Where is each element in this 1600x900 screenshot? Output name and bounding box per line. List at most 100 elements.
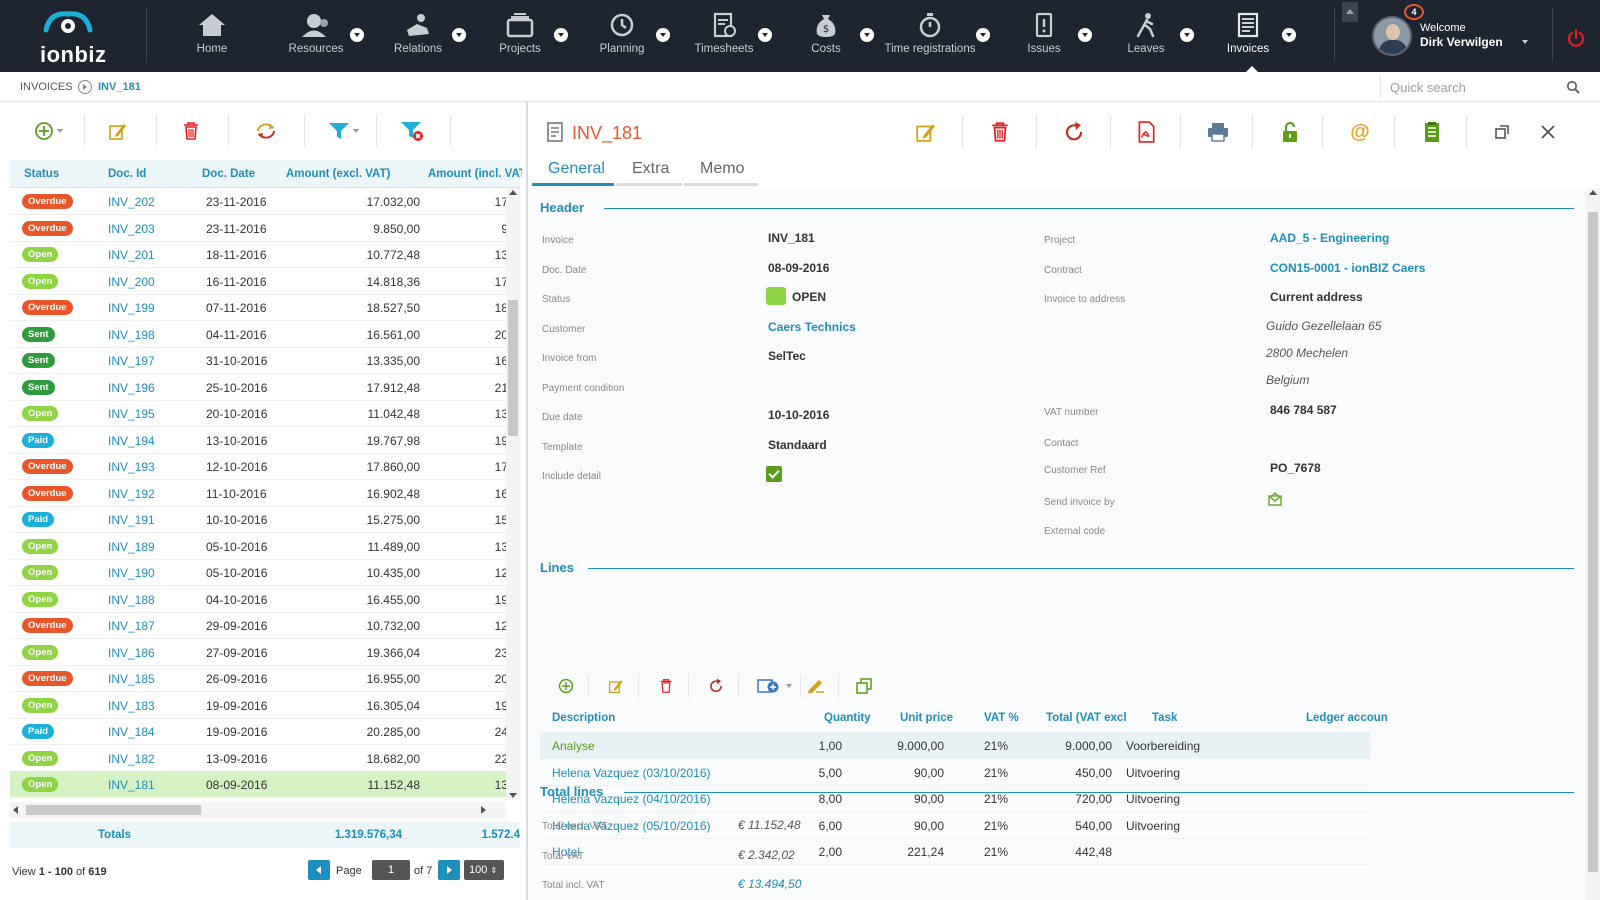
- doc-id-link[interactable]: INV_188: [108, 593, 155, 607]
- grid-horizontal-scroll-thumb[interactable]: [26, 805, 201, 815]
- doc-id-link[interactable]: INV_197: [108, 354, 155, 368]
- doc-id-link[interactable]: INV_186: [108, 646, 155, 660]
- refresh-lines-button[interactable]: [704, 674, 728, 698]
- table-row[interactable]: Open INV_186 27-09-2016 19.366,04 23: [10, 639, 506, 666]
- doc-id-link[interactable]: INV_201: [108, 248, 155, 262]
- table-row[interactable]: Open INV_189 05-10-2016 11.489,00 13: [10, 533, 506, 560]
- nav-timesheets-caret[interactable]: [758, 28, 772, 42]
- close-button[interactable]: [1534, 118, 1562, 146]
- doc-id-link[interactable]: INV_196: [108, 381, 155, 395]
- nav-projects-caret[interactable]: [554, 28, 568, 42]
- table-row[interactable]: Sent INV_197 31-10-2016 13.335,00 16: [10, 347, 506, 374]
- doc-id-link[interactable]: INV_181: [108, 778, 155, 792]
- doc-id-link[interactable]: INV_190: [108, 566, 155, 580]
- doc-id-link[interactable]: INV_193: [108, 460, 155, 474]
- reload-invoice-button[interactable]: [1060, 118, 1088, 146]
- scroll-up-arrow[interactable]: [509, 190, 517, 195]
- ledger-button[interactable]: [1418, 118, 1446, 146]
- doc-id-link[interactable]: INV_182: [108, 752, 155, 766]
- column-doc-date[interactable]: Doc. Date: [202, 168, 255, 180]
- field-value[interactable]: CON15-0001 - ionBIZ Caers: [1270, 261, 1425, 275]
- include-detail-checkbox[interactable]: [766, 466, 782, 482]
- lines-column-vat[interactable]: VAT %: [984, 712, 1019, 724]
- unlock-button[interactable]: [1276, 118, 1304, 146]
- table-row[interactable]: Open INV_188 04-10-2016 16.455,00 19: [10, 586, 506, 613]
- email-button[interactable]: @: [1346, 118, 1374, 146]
- nav-planning-caret[interactable]: [656, 28, 670, 42]
- line-row[interactable]: Hotel 2,00 221,24 21% 442,48: [540, 838, 1370, 865]
- nav-home[interactable]: Home: [162, 0, 262, 72]
- line-row[interactable]: Helena Vazquez (05/10/2016) 6,00 90,00 21% 5…: [540, 812, 1370, 839]
- clear-filter-button[interactable]: [400, 116, 424, 146]
- detail-vertical-scrollbar[interactable]: [1586, 188, 1600, 900]
- nav-invoices-caret[interactable]: [1282, 28, 1296, 42]
- tab-extra[interactable]: Extra: [616, 154, 682, 186]
- edit-invoice-button[interactable]: [912, 118, 940, 146]
- print-button[interactable]: [1204, 118, 1232, 146]
- doc-id-link[interactable]: INV_200: [108, 275, 155, 289]
- nav-time-registrations[interactable]: Time registrations: [870, 0, 990, 72]
- delete-invoice-button[interactable]: [986, 118, 1014, 146]
- table-row[interactable]: Overdue INV_187 29-09-2016 10.732,00 12: [10, 612, 506, 639]
- search-icon[interactable]: [1566, 80, 1580, 94]
- nav-issues-caret[interactable]: [1078, 28, 1092, 42]
- prev-page-button[interactable]: [308, 860, 330, 880]
- doc-id-link[interactable]: INV_194: [108, 434, 155, 448]
- breadcrumb-invoices[interactable]: INVOICES: [20, 81, 73, 93]
- column-amount-incl[interactable]: Amount (incl. VAT: [428, 168, 522, 180]
- page-number-input[interactable]: [372, 860, 410, 880]
- tab-general[interactable]: General: [532, 154, 614, 186]
- user-welcome[interactable]: Welcome Dirk Verwilgen: [1420, 22, 1503, 49]
- line-row[interactable]: Helena Vazquez (04/10/2016) 8,00 90,00 21% 7…: [540, 785, 1370, 812]
- table-row[interactable]: Open INV_195 20-10-2016 11.042,48 13: [10, 400, 506, 427]
- doc-id-link[interactable]: INV_185: [108, 672, 155, 686]
- page-size-select[interactable]: 100 ⇕: [464, 860, 504, 880]
- lines-column-quantity[interactable]: Quantity: [824, 712, 871, 724]
- nav-relations-caret[interactable]: [452, 28, 466, 42]
- lines-column-total[interactable]: Total (VAT excl: [1046, 712, 1127, 724]
- table-row[interactable]: Open INV_182 13-09-2016 18.682,00 22: [10, 745, 506, 772]
- lines-column-description[interactable]: Description: [552, 712, 615, 724]
- table-row[interactable]: Open INV_181 08-09-2016 11.152,48 13: [10, 771, 506, 798]
- scroll-left-arrow[interactable]: [13, 806, 18, 814]
- lines-column-unit-price[interactable]: Unit price: [900, 712, 953, 724]
- doc-id-link[interactable]: INV_187: [108, 619, 155, 633]
- add-button[interactable]: [34, 116, 63, 146]
- line-row[interactable]: Analyse 1,00 9.000,00 21% 9.000,00 Voorbereid…: [540, 732, 1370, 759]
- table-row[interactable]: Paid INV_194 13-10-2016 19.767,98 19: [10, 427, 506, 454]
- collapse-nav-button[interactable]: [1342, 2, 1358, 22]
- table-row[interactable]: Overdue INV_199 07-11-2016 18.527,50 18: [10, 294, 506, 321]
- line-description[interactable]: Helena Vazquez (03/10/2016): [552, 766, 711, 780]
- scroll-down-arrow[interactable]: [509, 793, 517, 798]
- detail-vertical-scroll-thumb[interactable]: [1588, 212, 1598, 872]
- doc-id-link[interactable]: INV_199: [108, 301, 155, 315]
- doc-id-link[interactable]: INV_195: [108, 407, 155, 421]
- line-row[interactable]: Helena Vazquez (03/10/2016) 5,00 90,00 21% 4…: [540, 759, 1370, 786]
- table-row[interactable]: Overdue INV_185 26-09-2016 16.955,00 20: [10, 665, 506, 692]
- table-row[interactable]: Paid INV_184 19-09-2016 20.285,00 24: [10, 718, 506, 745]
- user-menu-caret[interactable]: [1522, 40, 1528, 44]
- doc-id-link[interactable]: INV_184: [108, 725, 155, 739]
- table-row[interactable]: Overdue INV_192 11-10-2016 16.902,48 16: [10, 480, 506, 507]
- scroll-right-arrow[interactable]: [481, 806, 486, 814]
- table-row[interactable]: Overdue INV_193 12-10-2016 17.860,00 17: [10, 453, 506, 480]
- column-doc-id[interactable]: Doc. Id: [108, 168, 146, 180]
- grid-horizontal-scrollbar[interactable]: [10, 802, 506, 818]
- duplicate-line-button[interactable]: [852, 674, 876, 698]
- nav-resources-caret[interactable]: [350, 28, 364, 42]
- power-icon[interactable]: [1566, 28, 1586, 48]
- table-row[interactable]: Open INV_183 19-09-2016 16.305,04 19: [10, 692, 506, 719]
- table-row[interactable]: Open INV_200 16-11-2016 14.818,36 17: [10, 268, 506, 295]
- filter-button[interactable]: [328, 116, 359, 146]
- field-value[interactable]: Caers Technics: [768, 320, 856, 334]
- refresh-button[interactable]: [254, 116, 278, 146]
- field-value[interactable]: AAD_5 - Engineering: [1270, 231, 1389, 245]
- notification-badge[interactable]: 4: [1404, 4, 1424, 20]
- edit-line-button[interactable]: [604, 674, 628, 698]
- nav-time-registrations-caret[interactable]: [976, 28, 990, 42]
- doc-id-link[interactable]: INV_203: [108, 222, 155, 236]
- table-row[interactable]: Sent INV_196 25-10-2016 17.912,48 21: [10, 374, 506, 401]
- table-row[interactable]: Overdue INV_202 23-11-2016 17.032,00 17: [10, 188, 506, 215]
- edit-multiple-button[interactable]: [804, 674, 828, 698]
- quick-search-input[interactable]: [1390, 76, 1570, 98]
